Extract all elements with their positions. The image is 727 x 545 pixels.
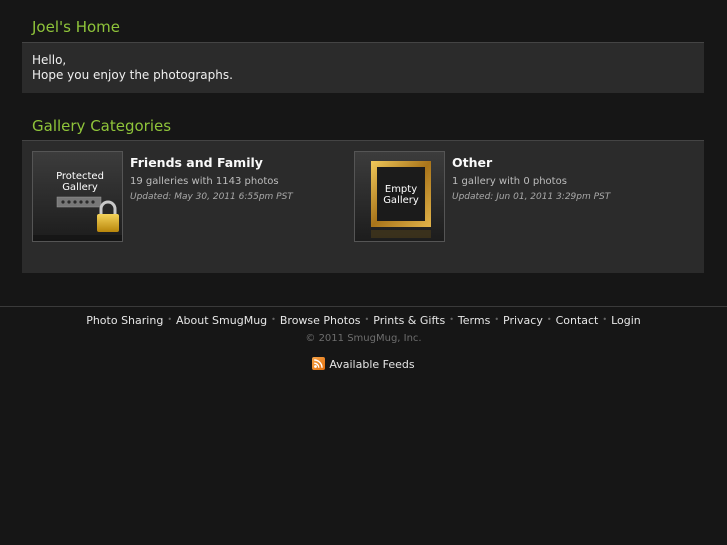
footer-link-privacy[interactable]: Privacy <box>503 314 543 327</box>
thumb-protected-line2: Gallery <box>62 182 98 193</box>
category-thumbnail-empty[interactable]: Empty Gallery <box>354 151 445 242</box>
footer-link-browse-photos[interactable]: Browse Photos <box>280 314 361 327</box>
footer-separator: • <box>167 315 173 324</box>
footer-link-prints-gifts[interactable]: Prints & Gifts <box>373 314 445 327</box>
footer-divider <box>0 306 727 307</box>
footer-link-login[interactable]: Login <box>611 314 641 327</box>
empty-gallery-thumbnail: Empty Gallery <box>355 152 444 241</box>
category-thumbnail-protected[interactable]: Protected Gallery <box>32 151 123 242</box>
footer-separator: • <box>494 315 500 324</box>
category-count: 19 galleries with 1143 photos <box>130 176 279 187</box>
gallery-categories-title: Gallery Categories <box>32 117 172 135</box>
footer-links: Photo Sharing • About SmugMug • Browse Photo… <box>0 314 727 327</box>
footer-separator: • <box>449 315 454 324</box>
protected-gallery-thumbnail: Protected Gallery <box>33 152 122 241</box>
category-count: 1 gallery with 0 photos <box>452 176 567 187</box>
footer-separator: • <box>364 315 370 324</box>
category-name[interactable]: Friends and Family <box>130 155 263 170</box>
home-title: Joel's Home <box>32 18 121 36</box>
welcome-message: Hope you enjoy the photographs. <box>32 68 233 82</box>
footer-link-contact[interactable]: Contact <box>556 314 599 327</box>
category-name[interactable]: Other <box>452 155 492 170</box>
rss-icon <box>312 357 326 370</box>
available-feeds-label[interactable]: Available Feeds <box>329 358 414 371</box>
thumb-protected-line1: Protected <box>56 171 104 182</box>
footer-separator: • <box>602 315 608 324</box>
category-updated: Updated: May 30, 2011 6:55pm PST <box>130 192 293 202</box>
footer-separator: • <box>271 315 276 324</box>
footer-link-about[interactable]: About SmugMug <box>176 314 267 327</box>
welcome-panel: Hello, Hope you enjoy the photographs. <box>22 42 704 93</box>
available-feeds-link[interactable]: Available Feeds <box>0 357 727 371</box>
footer-separator: • <box>546 315 552 324</box>
category-updated: Updated: Jun 01, 2011 3:29pm PST <box>452 192 611 202</box>
footer-link-terms[interactable]: Terms <box>458 314 490 327</box>
thumb-empty-line1: Empty <box>385 184 417 195</box>
welcome-greeting: Hello, <box>32 53 67 67</box>
category-other[interactable]: Empty Gallery Other 1 gallery with 0 pho… <box>354 151 674 243</box>
thumb-empty-line2: Gallery <box>383 195 419 206</box>
footer-link-photo-sharing[interactable]: Photo Sharing <box>86 314 163 327</box>
copyright: © 2011 SmugMug, Inc. <box>305 333 422 344</box>
gallery-categories-panel: Protected Gallery Friends and Family 19 … <box>22 140 704 273</box>
category-friends-and-family[interactable]: Protected Gallery Friends and Family 19 … <box>32 151 352 243</box>
